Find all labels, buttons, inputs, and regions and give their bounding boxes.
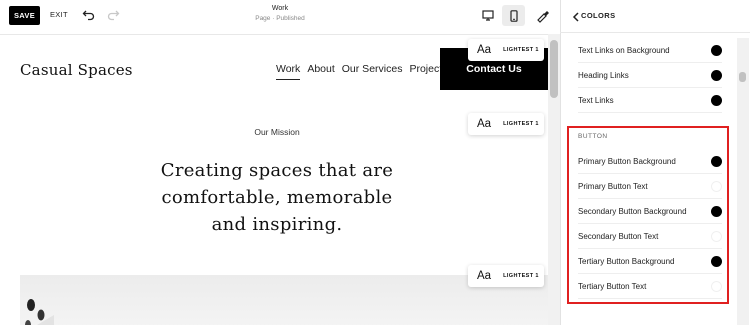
color-row-tertiary-button-background[interactable]: Tertiary Button Background [578, 249, 722, 274]
color-row-text-links[interactable]: Text Links [578, 88, 722, 113]
section-color-badge[interactable]: Aa LIGHTEST 1 [468, 113, 544, 135]
site-preview[interactable]: Casual Spaces Work About Our Services Pr… [0, 34, 560, 325]
badge-theme-tag: LIGHTEST 1 [503, 47, 539, 53]
color-row-label: Tertiary Button Background [578, 256, 675, 266]
site-styles-icon[interactable] [531, 5, 554, 26]
editor-area: SAVE EXIT Work Page · Published Casual S… [0, 0, 560, 325]
color-row-secondary-button-text[interactable]: Secondary Button Text [578, 224, 722, 249]
preview-scrollbar-thumb[interactable] [550, 40, 558, 98]
color-row-label: Primary Button Background [578, 156, 676, 166]
hero-headline: Creating spaces that are comfortable, me… [140, 157, 414, 238]
badge-theme-tag: LIGHTEST 1 [503, 121, 539, 127]
site-logo[interactable]: Casual Spaces [20, 61, 133, 79]
color-swatch[interactable] [711, 205, 722, 217]
color-row-label: Heading Links [578, 70, 629, 80]
color-row-primary-button-text[interactable]: Primary Button Text [578, 174, 722, 199]
color-swatch[interactable] [711, 230, 722, 242]
badge-theme-tag: LIGHTEST 1 [503, 273, 539, 279]
color-row-tertiary-button-text[interactable]: Tertiary Button Text [578, 274, 722, 299]
exit-button[interactable]: EXIT [50, 10, 68, 19]
redo-icon[interactable] [106, 8, 120, 22]
color-row-label: Tertiary Button Text [578, 281, 647, 291]
color-swatch[interactable] [711, 69, 722, 81]
button-group-label: BUTTON [578, 133, 608, 140]
color-swatch[interactable] [711, 155, 722, 167]
badge-aa: Aa [477, 118, 492, 130]
editor-window: SAVE EXIT Work Page · Published Casual S… [0, 0, 750, 325]
panel-divider [560, 32, 750, 33]
badge-aa: Aa [477, 270, 492, 282]
color-row-text-links-on-background[interactable]: Text Links on Background [578, 38, 722, 63]
badge-aa: Aa [477, 44, 492, 56]
section-color-badge[interactable]: Aa LIGHTEST 1 [468, 39, 544, 61]
color-row-heading-links[interactable]: Heading Links [578, 63, 722, 88]
panel-title[interactable]: COLORS [581, 11, 615, 20]
color-swatch[interactable] [711, 280, 722, 292]
color-row-label: Secondary Button Text [578, 231, 659, 241]
nav-link-work[interactable]: Work [276, 63, 301, 80]
back-chevron-icon[interactable] [571, 10, 581, 22]
page-title: Work [271, 5, 289, 12]
color-row-label: Secondary Button Background [578, 206, 687, 216]
mission-label: Our Mission [254, 127, 300, 137]
mobile-view-icon[interactable] [502, 5, 525, 26]
color-row-label: Text Links [578, 95, 614, 105]
color-swatch[interactable] [711, 180, 722, 192]
headline-line: and inspiring. [211, 214, 343, 235]
section-color-badge[interactable]: Aa LIGHTEST 1 [468, 265, 544, 287]
color-swatch[interactable] [711, 255, 722, 267]
nav-link-about[interactable]: About [307, 63, 334, 80]
color-row-primary-button-background[interactable]: Primary Button Background [578, 149, 722, 174]
page-status: Page · Published [255, 15, 305, 22]
panel-scrollbar-thumb[interactable] [739, 72, 746, 82]
undo-icon[interactable] [82, 8, 96, 22]
color-row-secondary-button-background[interactable]: Secondary Button Background [578, 199, 722, 224]
color-row-label: Text Links on Background [578, 45, 670, 55]
color-row-label: Primary Button Text [578, 181, 648, 191]
save-button[interactable]: SAVE [9, 6, 40, 25]
site-nav: Work About Our Services Projects [276, 63, 454, 80]
headline-line: comfortable, memorable [161, 187, 393, 208]
nav-link-our-services[interactable]: Our Services [342, 63, 403, 80]
color-swatch[interactable] [711, 44, 722, 56]
color-swatch[interactable] [711, 94, 722, 106]
editor-toolbar: SAVE EXIT Work Page · Published [0, 0, 560, 34]
desktop-view-icon[interactable] [476, 5, 499, 26]
hero-image-detail [20, 295, 54, 325]
headline-line: Creating spaces that are [160, 160, 394, 181]
